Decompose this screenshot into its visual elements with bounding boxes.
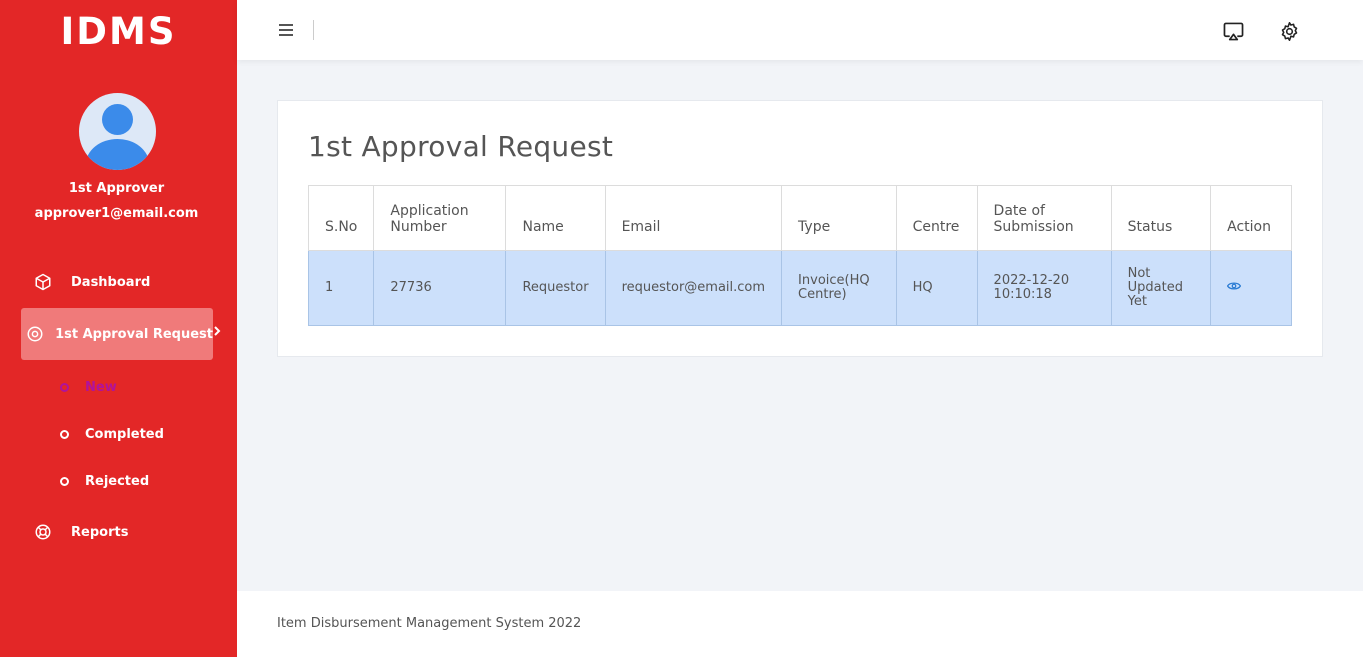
cell-sno: 1 [307,250,375,326]
column-header: Email [604,185,783,251]
submenu-item-label: Rejected [85,473,150,489]
footer: Item Disbursement Management System 2022 [237,591,1363,657]
cell-date: 2022-12-20 10:10:18 [976,250,1112,326]
lifebuoy-icon [21,523,65,541]
cell-application-number: 27736 [373,250,507,326]
circle-bullet-icon [60,429,69,439]
cell-type: Invoice(HQ Centre) [781,250,897,326]
approval-card: 1st Approval Request S.No Application Nu… [277,100,1323,357]
app-logo[interactable]: IDMS [0,10,237,53]
topbar [237,0,1363,60]
sidebar-item-label: 1st Approval Request [55,326,213,342]
sidebar-item-dashboard[interactable]: Dashboard [21,256,213,308]
cell-centre: HQ [895,250,978,326]
sidebar-item-label: Dashboard [71,274,151,290]
page-title: 1st Approval Request [308,130,614,163]
divider [313,20,314,40]
table-row[interactable]: 1 27736 Requestor requestor@email.com In… [307,250,1292,326]
submenu-item-rejected[interactable]: Rejected [60,471,149,491]
avatar [79,93,156,170]
cell-name: Requestor [505,250,606,326]
screen-cast-icon[interactable] [1222,20,1244,42]
footer-text: Item Disbursement Management System 2022 [277,616,582,631]
column-header: Date of Submission [976,185,1112,251]
column-header: S.No [307,185,375,251]
table-header-row: S.No Application Number Name Email Type … [307,185,1292,251]
submenu-item-label: New [85,379,117,395]
approval-table: S.No Application Number Name Email Type … [307,185,1292,326]
column-header: Centre [895,185,978,251]
cube-icon [21,273,65,291]
circle-bullet-icon [60,382,69,392]
cell-action [1210,250,1292,326]
user-email: approver1@email.com [34,206,199,221]
target-icon [21,325,49,343]
column-header: Action [1210,185,1292,251]
cell-email: requestor@email.com [604,250,783,326]
column-header: Type [781,185,897,251]
circle-bullet-icon [60,476,69,486]
submenu-item-label: Completed [85,426,164,442]
eye-icon[interactable] [1226,281,1242,295]
column-header: Status [1110,185,1212,251]
user-name: 1st Approver [68,181,165,196]
chevron-right-icon [213,325,221,339]
sidebar-item-label: Reports [71,524,129,540]
gear-icon[interactable] [1278,20,1300,42]
sidebar-item-1st-approval-request[interactable]: 1st Approval Request [21,308,221,360]
submenu-item-new[interactable]: New [60,377,117,397]
hamburger-icon[interactable] [279,24,293,36]
submenu-item-completed[interactable]: Completed [60,424,164,444]
sidebar: IDMS 1st Approver approver1@email.com Da… [0,0,237,657]
column-header: Name [505,185,606,251]
sidebar-item-reports[interactable]: Reports [21,506,213,558]
column-header: Application Number [373,185,507,251]
cell-status: Not Updated Yet [1110,250,1212,326]
